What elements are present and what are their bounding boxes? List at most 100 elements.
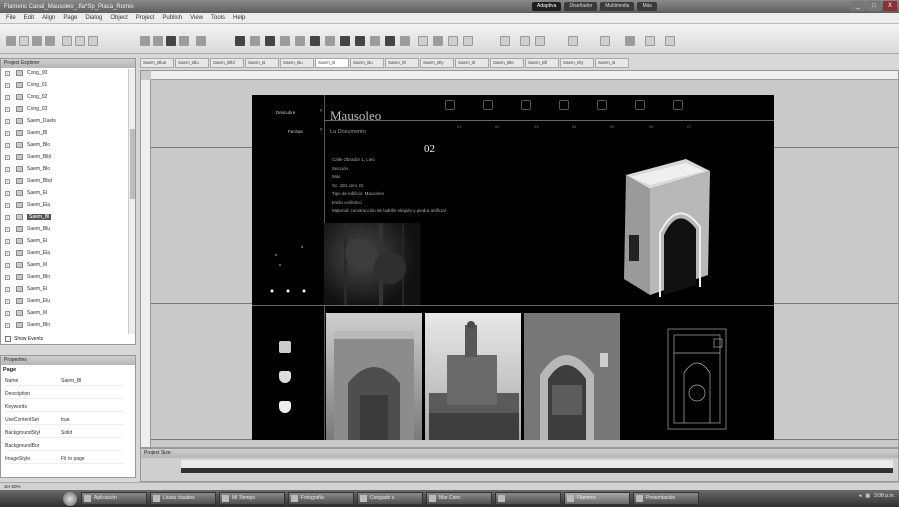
tree-item[interactable]: + Saem_Elu [5, 297, 50, 305]
tree-item[interactable]: + Saem_Blo [5, 165, 50, 173]
audio-icon[interactable] [370, 36, 380, 46]
close-button[interactable]: X [883, 1, 897, 11]
tree-item[interactable]: + Saem_Duets [5, 117, 56, 125]
page-design[interactable]: Descubre Fechas ‹ ‹ Mausoleo La Document… [252, 95, 774, 440]
taskbar-item[interactable]: Fotografía [288, 492, 354, 505]
menu-project[interactable]: Project [136, 15, 155, 21]
save-icon[interactable] [45, 36, 55, 46]
rectangle-icon[interactable] [235, 36, 245, 46]
expand-icon[interactable]: + [5, 202, 10, 208]
scrollbar-thumb[interactable] [130, 129, 135, 199]
input-icon[interactable] [400, 36, 410, 46]
menu-edit[interactable]: Edit [24, 15, 34, 21]
info-icon[interactable] [521, 100, 531, 110]
help-icon[interactable] [665, 36, 675, 46]
arrow-right-icon[interactable] [535, 36, 545, 46]
audio-icon[interactable] [597, 100, 607, 110]
tree-item[interactable]: + Saem_Ela [5, 249, 50, 257]
nav-link[interactable]: Descubre [276, 110, 295, 115]
taskbar-item[interactable]: Flamenc [564, 492, 630, 505]
tree-item[interactable]: + Saem_El [5, 285, 47, 293]
nav-link[interactable]: Fechas [288, 129, 303, 134]
undo-icon[interactable] [6, 36, 16, 46]
shield-icon[interactable] [279, 401, 291, 413]
expand-icon[interactable]: + [5, 106, 10, 112]
page-tab[interactable]: Saem_Blu [175, 58, 209, 68]
property-row[interactable]: BackgroundBor [5, 443, 123, 451]
show-events-toggle[interactable]: Show Events [5, 336, 43, 342]
property-value[interactable] [61, 443, 123, 450]
menu-file[interactable]: File [6, 15, 16, 21]
align-icon[interactable] [196, 36, 206, 46]
tree-item[interactable]: + Saem_El [5, 237, 47, 245]
menu-help[interactable]: Help [233, 15, 245, 21]
share-icon[interactable] [673, 100, 683, 110]
expand-icon[interactable]: + [5, 214, 10, 220]
thumbnail-button[interactable] [279, 341, 291, 353]
network-icon[interactable]: ▦ [865, 493, 870, 499]
page-tab[interactable]: Saem_Ble [490, 58, 524, 68]
expand-icon[interactable]: + [5, 178, 10, 184]
expand-icon[interactable]: + [5, 70, 10, 76]
taskbar-item[interactable]: Congado s. [357, 492, 423, 505]
page-tab[interactable]: Saem_Blue [140, 58, 174, 68]
property-value[interactable]: Solid [61, 430, 123, 437]
workspace-tab[interactable]: Adaptiva [532, 2, 562, 11]
open-folder-icon[interactable] [32, 36, 42, 46]
video-icon[interactable] [355, 36, 365, 46]
timeline-track[interactable] [181, 468, 893, 473]
tree-item[interactable]: + Cong_01 [5, 81, 47, 89]
page-tab[interactable]: Saem_B [245, 58, 279, 68]
refresh-icon[interactable] [179, 36, 189, 46]
property-row[interactable]: UseContentSet true [5, 417, 123, 425]
tree-item[interactable]: + Cong_03 [5, 105, 47, 113]
property-row[interactable]: Description [5, 391, 123, 399]
taskbar-item[interactable]: Presentación [633, 492, 699, 505]
line-icon[interactable] [265, 36, 275, 46]
property-value[interactable]: Fit to page [61, 456, 123, 463]
tree-item[interactable]: + Saem_M [5, 261, 47, 269]
copy-icon[interactable] [75, 36, 85, 46]
link-icon[interactable] [418, 36, 428, 46]
property-value[interactable]: true [61, 417, 123, 424]
flash-icon[interactable] [385, 36, 395, 46]
expand-icon[interactable]: + [5, 298, 10, 304]
cut-icon[interactable] [62, 36, 72, 46]
start-button[interactable] [63, 491, 77, 506]
shield-icon[interactable] [279, 371, 291, 383]
taskbar-item[interactable]: Mi Tiempo [219, 492, 285, 505]
tree-item[interactable]: + Saem_Blo [5, 321, 50, 329]
radio-icon[interactable] [448, 36, 458, 46]
taskbar-item[interactable]: Lluvia claudes [150, 492, 216, 505]
page-tab[interactable]: Saem_Bu [350, 58, 384, 68]
minimize-button[interactable]: _ [851, 1, 865, 11]
menu-tools[interactable]: Tools [211, 15, 225, 21]
map-icon[interactable] [483, 100, 493, 110]
expand-icon[interactable]: + [5, 82, 10, 88]
explorer-scrollbar[interactable] [128, 69, 135, 334]
expand-icon[interactable]: + [5, 310, 10, 316]
button-icon[interactable] [340, 36, 350, 46]
gallery-photo[interactable] [524, 313, 620, 440]
page-tab[interactable]: Saem_B [315, 58, 349, 68]
property-value[interactable] [61, 404, 123, 411]
gallery-photo[interactable] [326, 313, 422, 440]
tree-item[interactable]: + Saem_Ela [5, 201, 50, 209]
workspace-tab[interactable]: Diseñador [564, 2, 598, 11]
slider-icon[interactable] [500, 36, 510, 46]
gallery-photo[interactable] [425, 313, 521, 440]
workspace-tab[interactable]: Multimedia [600, 2, 635, 11]
page-tab[interactable]: Saem_Blbl [210, 58, 244, 68]
property-value[interactable] [61, 391, 123, 398]
chevron-left-icon[interactable]: ‹ [320, 127, 322, 133]
table-icon[interactable] [250, 36, 260, 46]
preview-icon[interactable] [568, 36, 578, 46]
expand-icon[interactable]: + [5, 286, 10, 292]
settings-icon[interactable] [625, 36, 635, 46]
maximize-button[interactable]: □ [867, 1, 881, 11]
volume-icon[interactable]: ◂ [859, 493, 862, 499]
circle-icon[interactable] [325, 36, 335, 46]
home-icon[interactable] [445, 100, 455, 110]
taskbar-item[interactable] [495, 492, 561, 505]
expand-icon[interactable]: + [5, 322, 10, 328]
